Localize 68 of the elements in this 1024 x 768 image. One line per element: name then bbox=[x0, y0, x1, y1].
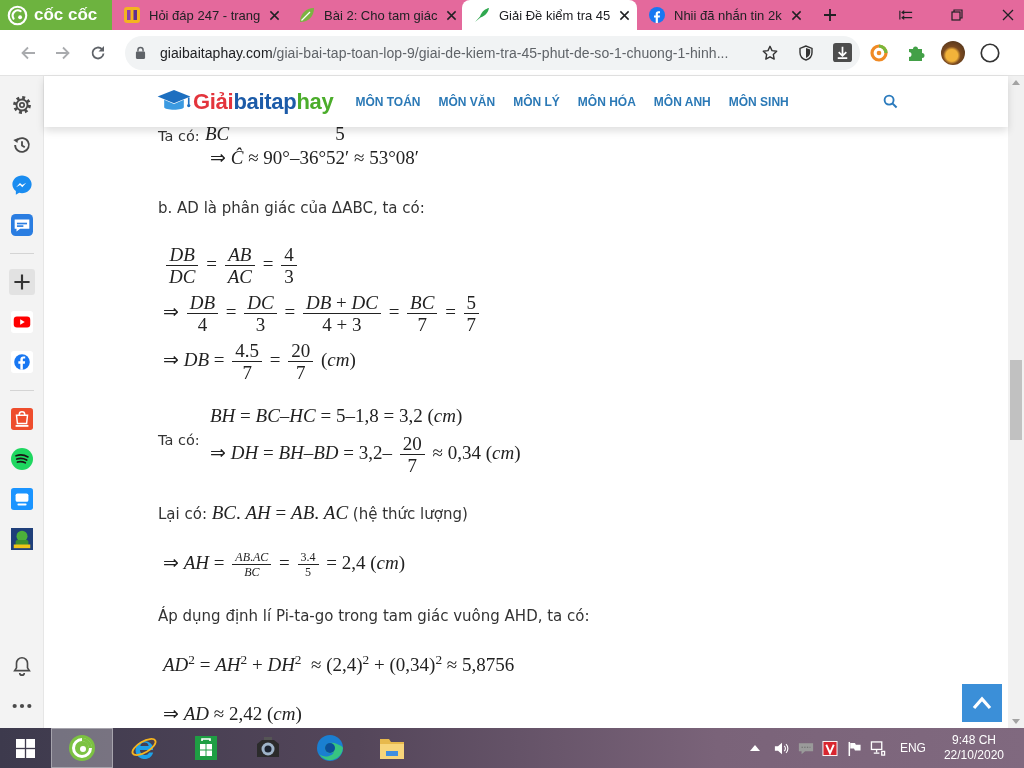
swirl-icon bbox=[68, 734, 96, 762]
avatar-icon[interactable] bbox=[940, 40, 965, 65]
arrows-icon[interactable] bbox=[899, 9, 913, 21]
windows-logo-icon bbox=[16, 738, 35, 758]
formula-fragment: 5 bbox=[335, 127, 345, 140]
store-bag-icon bbox=[192, 734, 220, 762]
add-icon[interactable] bbox=[8, 269, 35, 295]
wave-globe-icon bbox=[316, 734, 344, 762]
v-tile-icon[interactable] bbox=[821, 740, 838, 756]
browser-tab[interactable]: Hỏi đáp 247 - trang bbox=[112, 0, 287, 30]
speaker-icon[interactable] bbox=[773, 740, 790, 756]
arrow-up-icon bbox=[972, 696, 992, 710]
leaf-icon bbox=[299, 7, 315, 23]
shield-icon[interactable] bbox=[798, 44, 814, 61]
paragraph: b. AD là phân giác của ΔABC, ta có: bbox=[158, 198, 425, 219]
reload-icon[interactable] bbox=[89, 44, 106, 61]
site-logo[interactable]: Giảibaitaphay bbox=[156, 88, 334, 115]
nav-link[interactable]: MÔN LÝ bbox=[513, 94, 560, 109]
facebook-icon[interactable] bbox=[10, 351, 33, 373]
clock-date[interactable]: 22/10/2020 bbox=[943, 748, 1004, 763]
browser-tab[interactable]: Nhii đã nhắn tin 2k bbox=[637, 0, 812, 30]
taskbar-app-button[interactable] bbox=[51, 728, 113, 768]
lock-icon[interactable] bbox=[135, 46, 146, 59]
address-bar[interactable]: giaibaitaphay.com/giai-bai-tap-toan-lop-9/giai-de-kiem-tra-45-phut-de-so-1-chuong-1-hinh... bbox=[125, 35, 860, 70]
paragraph: Áp dụng định lí Pi-ta-go trong tam giác vuông AHD, ta có: bbox=[158, 605, 590, 628]
chat-tile-icon[interactable] bbox=[10, 214, 33, 236]
scrollbar-thumb[interactable] bbox=[1010, 360, 1022, 440]
scroll-to-top-button[interactable] bbox=[962, 684, 1002, 722]
settings-icon[interactable] bbox=[10, 94, 33, 116]
nav-link[interactable]: MÔN SINH bbox=[728, 94, 789, 109]
browser-menu-button[interactable]: cốc cốc bbox=[0, 0, 112, 30]
more-icon[interactable] bbox=[10, 703, 33, 709]
network-icon[interactable] bbox=[869, 740, 886, 756]
video-play-icon[interactable] bbox=[10, 311, 33, 333]
nav-link[interactable]: MÔN VĂN bbox=[438, 94, 496, 109]
formula: AD$^{2}$ = AH$^{2}$ + DH$^{2}$ ≈ (2,4)$^{2}$ + (0,34)$^{2}$ ≈ 5,8756 bbox=[163, 653, 515, 678]
profile-icon[interactable] bbox=[979, 42, 1000, 63]
clock-time[interactable]: 9:48 CH bbox=[951, 733, 996, 748]
label-text: Ta có: bbox=[158, 430, 200, 449]
sound-waves-icon[interactable] bbox=[10, 448, 33, 470]
pen-icon bbox=[474, 7, 490, 23]
swirl-icon bbox=[7, 4, 28, 26]
download-icon[interactable] bbox=[832, 43, 852, 62]
scrollbar[interactable] bbox=[1008, 76, 1024, 728]
messenger-icon[interactable] bbox=[10, 174, 33, 196]
facebook-icon bbox=[649, 7, 665, 23]
tile-icon bbox=[124, 7, 140, 23]
formula: ⇒ AD ≈ 2,42 (cm) bbox=[163, 702, 302, 727]
language-indicator[interactable]: ENG bbox=[899, 741, 926, 755]
formula: ⇒ Ĉ ≈ 90°–36°52′ ≈ 53°08′ bbox=[210, 146, 419, 170]
close-icon[interactable] bbox=[619, 9, 631, 21]
nav-link[interactable]: MÔN ANH bbox=[653, 94, 711, 109]
caret-up-icon[interactable] bbox=[749, 745, 760, 751]
game-tile-icon[interactable] bbox=[10, 528, 33, 550]
label-text: Ta có: bbox=[158, 127, 200, 145]
app-tile-icon[interactable] bbox=[10, 488, 33, 510]
plus-icon[interactable] bbox=[823, 8, 837, 22]
search-icon[interactable] bbox=[882, 94, 898, 109]
paragraph: Lại có: BC. AH = AB. AC (hệ thức lượng) bbox=[158, 501, 468, 525]
formula: BH = BC–HC = 5–1,8 = 3,2 (cm) bbox=[210, 404, 463, 428]
formula-fragment: BC bbox=[205, 127, 230, 140]
restore-icon[interactable] bbox=[950, 9, 964, 21]
nav-link[interactable]: MÔN HÓA bbox=[577, 94, 636, 109]
shopping-bag-icon[interactable] bbox=[10, 408, 33, 430]
nav-link[interactable]: MÔN TOÁN bbox=[355, 94, 421, 109]
browser-tab[interactable]: Giải Đề kiểm tra 45 bbox=[462, 0, 637, 30]
browser-tab[interactable]: Bài 2: Cho tam giác bbox=[287, 0, 462, 30]
star-icon[interactable] bbox=[762, 44, 778, 61]
